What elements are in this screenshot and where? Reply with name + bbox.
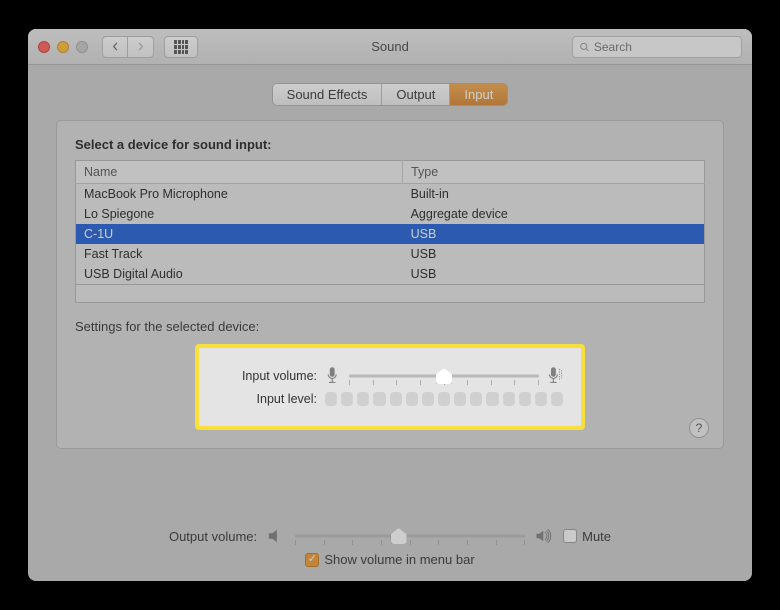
footer: Output volume: Mute [56,510,724,567]
level-segment [341,392,353,406]
mic-low-icon [325,366,341,386]
show-in-menubar-checkbox[interactable]: Show volume in menu bar [305,552,474,567]
input-level-row: Input level: [217,392,563,406]
output-volume-slider[interactable] [295,529,525,543]
tab-segment: Sound Effects Output Input [272,83,509,106]
device-name: Fast Track [76,244,403,264]
output-volume-row: Output volume: Mute [56,528,724,544]
tab-sound-effects[interactable]: Sound Effects [273,84,383,105]
speaker-low-icon [267,528,285,544]
level-segment [325,392,337,406]
device-type: Built-in [403,184,705,205]
level-segment [519,392,531,406]
search-icon [579,41,590,53]
tab-output[interactable]: Output [382,84,450,105]
forward-button[interactable] [128,36,154,58]
level-segment [422,392,434,406]
device-heading: Select a device for sound input: [75,137,705,152]
device-table: Name Type MacBook Pro MicrophoneBuilt-in… [75,160,705,285]
level-segment [373,392,385,406]
close-window-button[interactable] [38,41,50,53]
level-segment [406,392,418,406]
speaker-high-icon [535,528,553,544]
level-segment [470,392,482,406]
show-in-menubar-box [305,553,319,567]
input-volume-slider[interactable] [349,369,539,383]
input-level-label: Input level: [217,392,317,406]
preferences-window: Sound Sound Effects Output Input Select … [28,29,752,581]
show-all-button[interactable] [164,36,198,58]
level-segment [503,392,515,406]
output-volume-thumb[interactable] [391,528,407,544]
settings-heading: Settings for the selected device: [75,319,705,334]
mute-label: Mute [582,529,611,544]
minimize-window-button[interactable] [57,41,69,53]
level-segment [438,392,450,406]
level-segment [357,392,369,406]
back-button[interactable] [102,36,128,58]
column-type[interactable]: Type [403,161,705,184]
output-volume-label: Output volume: [169,529,257,544]
traffic-lights [38,41,88,53]
input-level-meter [325,392,563,406]
mute-checkbox-box [563,529,577,543]
tabs: Sound Effects Output Input [56,83,724,106]
content: Sound Effects Output Input Select a devi… [28,65,752,581]
table-row[interactable]: Lo SpiegoneAggregate device [76,204,705,224]
table-padding [75,285,705,303]
tab-input[interactable]: Input [450,84,507,105]
table-row[interactable]: Fast TrackUSB [76,244,705,264]
device-type: USB [403,244,705,264]
titlebar: Sound [28,29,752,65]
input-volume-label: Input volume: [217,369,317,383]
column-name[interactable]: Name [76,161,403,184]
device-name: C-1U [76,224,403,244]
search-field[interactable] [572,36,742,58]
search-input[interactable] [594,40,735,54]
table-row[interactable]: C-1UUSB [76,224,705,244]
show-in-menubar-label: Show volume in menu bar [324,552,474,567]
table-row[interactable]: MacBook Pro MicrophoneBuilt-in [76,184,705,205]
input-panel: Select a device for sound input: Name Ty… [56,120,724,449]
device-type: USB [403,224,705,244]
input-volume-thumb[interactable] [436,368,452,384]
zoom-window-button[interactable] [76,41,88,53]
level-segment [486,392,498,406]
table-row[interactable]: USB Digital AudioUSB [76,264,705,285]
grid-icon [174,40,188,54]
level-segment [390,392,402,406]
input-volume-row: Input volume: [217,366,563,386]
help-button[interactable]: ? [689,418,709,438]
device-type: Aggregate device [403,204,705,224]
highlighted-settings: Input volume: [195,344,585,430]
device-type: USB [403,264,705,285]
level-segment [551,392,563,406]
level-segment [535,392,547,406]
mute-checkbox[interactable]: Mute [563,529,611,544]
nav-buttons [102,36,154,58]
device-name: Lo Spiegone [76,204,403,224]
device-name: MacBook Pro Microphone [76,184,403,205]
mic-high-icon [547,366,563,386]
level-segment [454,392,466,406]
device-name: USB Digital Audio [76,264,403,285]
